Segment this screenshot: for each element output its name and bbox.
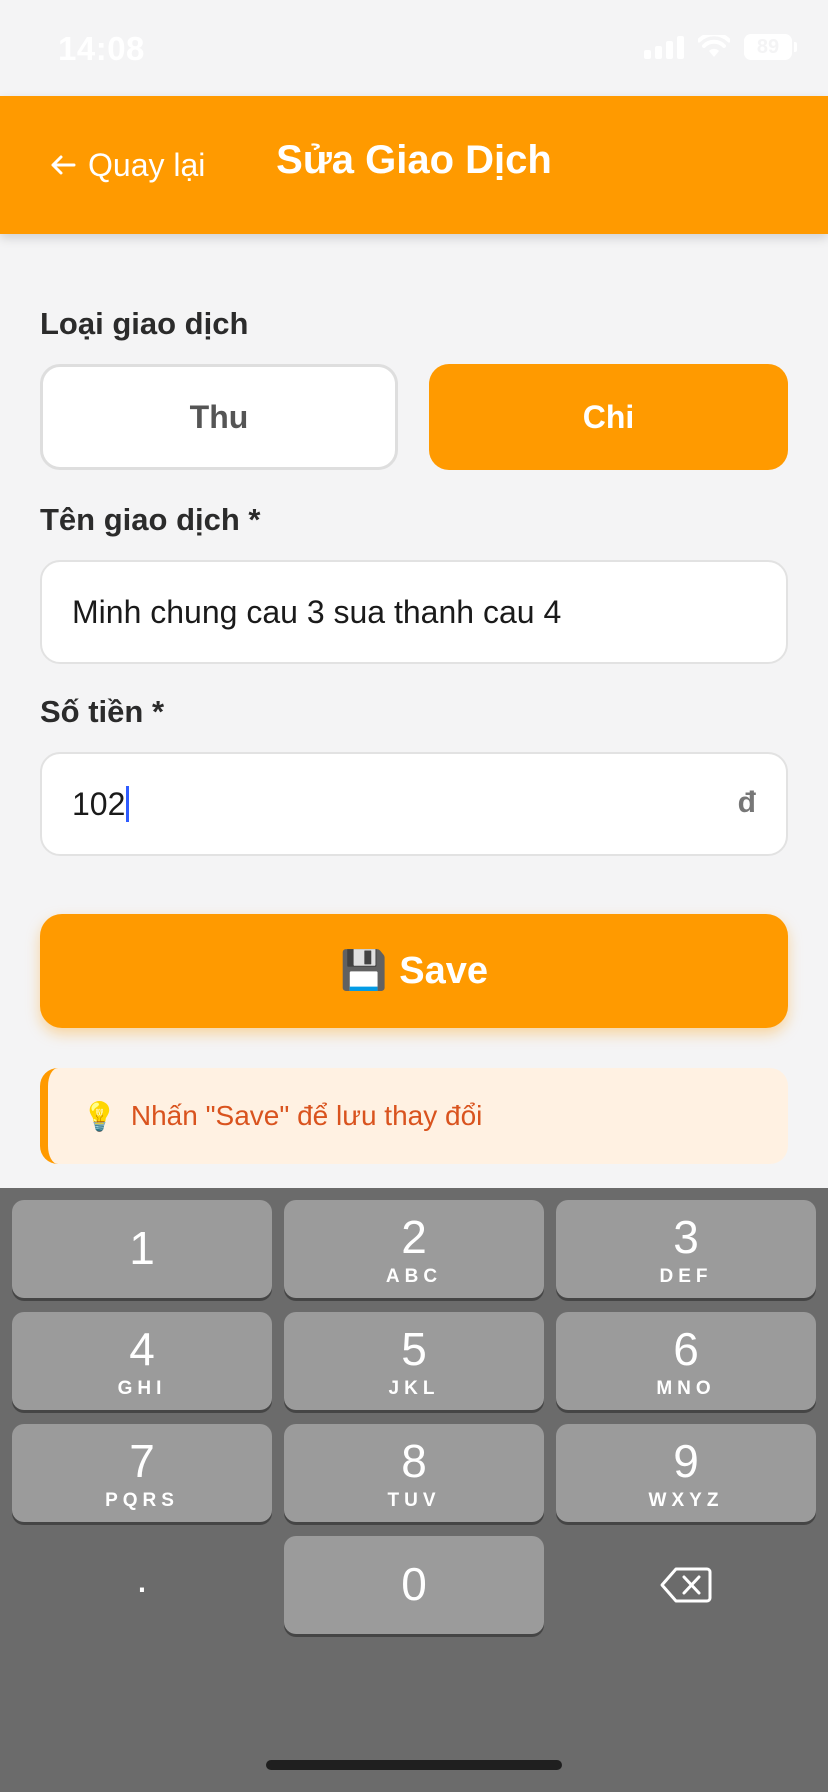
key-9[interactable]: 9 WXYZ — [556, 1424, 816, 1522]
status-time: 14:08 — [58, 30, 145, 67]
currency-symbol: đ — [737, 786, 756, 819]
key-9-letters: WXYZ — [648, 1490, 724, 1511]
floppy-disk-icon: 💾 — [339, 950, 388, 992]
key-7-letters: PQRS — [105, 1490, 179, 1511]
key-2-letters: ABC — [385, 1266, 443, 1287]
hint-text: Nhấn "Save" để lưu thay đổi — [130, 1100, 483, 1131]
text-caret — [126, 786, 130, 822]
key-8-letters: TUV — [387, 1490, 441, 1511]
type-income-button[interactable]: Thu — [40, 364, 398, 470]
lightbulb-icon: 💡 — [82, 1100, 117, 1132]
key-6-digit: 6 — [673, 1323, 699, 1375]
header: Quay lại Sửa Giao Dịch — [0, 96, 828, 234]
key-4-digit: 4 — [129, 1323, 155, 1375]
key-5-digit: 5 — [401, 1323, 427, 1375]
screen: 14:08 89 Quay lại Sửa Giao Dịch Loại gia… — [0, 0, 828, 1792]
home-indicator[interactable] — [266, 1760, 562, 1770]
save-button-label: Save — [399, 949, 489, 992]
key-6[interactable]: 6 MNO — [556, 1312, 816, 1410]
type-expense-button[interactable]: Chi — [429, 364, 788, 470]
save-button[interactable]: 💾 Save — [40, 914, 788, 1028]
key-4[interactable]: 4 GHI — [12, 1312, 272, 1410]
key-3[interactable]: 3 DEF — [556, 1200, 816, 1298]
transaction-type-label: Loại giao dịch — [40, 306, 249, 341]
numeric-keypad: 1 2 ABC 3 DEF 4 GHI 5 JKL 6 MNO 7 PQRS 8… — [0, 1188, 828, 1792]
key-0-digit: 0 — [401, 1558, 427, 1610]
key-4-letters: GHI — [117, 1378, 167, 1399]
key-1-digit: 1 — [129, 1222, 155, 1274]
key-8[interactable]: 8 TUV — [284, 1424, 544, 1522]
key-3-letters: DEF — [659, 1266, 713, 1287]
transaction-name-value: Minh chung cau 3 sua thanh cau 4 — [72, 593, 562, 630]
key-3-digit: 3 — [673, 1211, 699, 1263]
key-decimal-symbol: . — [136, 1554, 148, 1601]
key-5-letters: JKL — [388, 1378, 440, 1399]
amount-input[interactable]: 102 đ — [40, 752, 788, 856]
key-2-digit: 2 — [401, 1211, 427, 1263]
transaction-name-input[interactable]: Minh chung cau 3 sua thanh cau 4 — [40, 560, 788, 664]
key-5[interactable]: 5 JKL — [284, 1312, 544, 1410]
backspace-key[interactable] — [556, 1536, 816, 1634]
cellular-signal-icon — [644, 35, 684, 59]
key-7-digit: 7 — [129, 1435, 155, 1487]
key-0[interactable]: 0 — [284, 1536, 544, 1634]
key-9-digit: 9 — [673, 1435, 699, 1487]
status-icons: 89 — [644, 34, 797, 60]
key-1[interactable]: 1 — [12, 1200, 272, 1298]
amount-value: 102 — [72, 785, 126, 822]
battery-icon: 89 — [744, 34, 797, 60]
hint-box: 💡 Nhấn "Save" để lưu thay đổi — [40, 1068, 788, 1164]
key-6-letters: MNO — [656, 1378, 716, 1399]
transaction-name-label: Tên giao dịch * — [40, 502, 261, 537]
key-7[interactable]: 7 PQRS — [12, 1424, 272, 1522]
wifi-icon — [698, 35, 730, 57]
amount-label: Số tiền * — [40, 694, 165, 729]
key-decimal[interactable]: . — [12, 1536, 272, 1634]
status-bar: 14:08 89 — [0, 0, 828, 96]
key-8-digit: 8 — [401, 1435, 427, 1487]
backspace-icon — [660, 1567, 712, 1603]
key-2[interactable]: 2 ABC — [284, 1200, 544, 1298]
page-title: Sửa Giao Dịch — [276, 138, 552, 182]
